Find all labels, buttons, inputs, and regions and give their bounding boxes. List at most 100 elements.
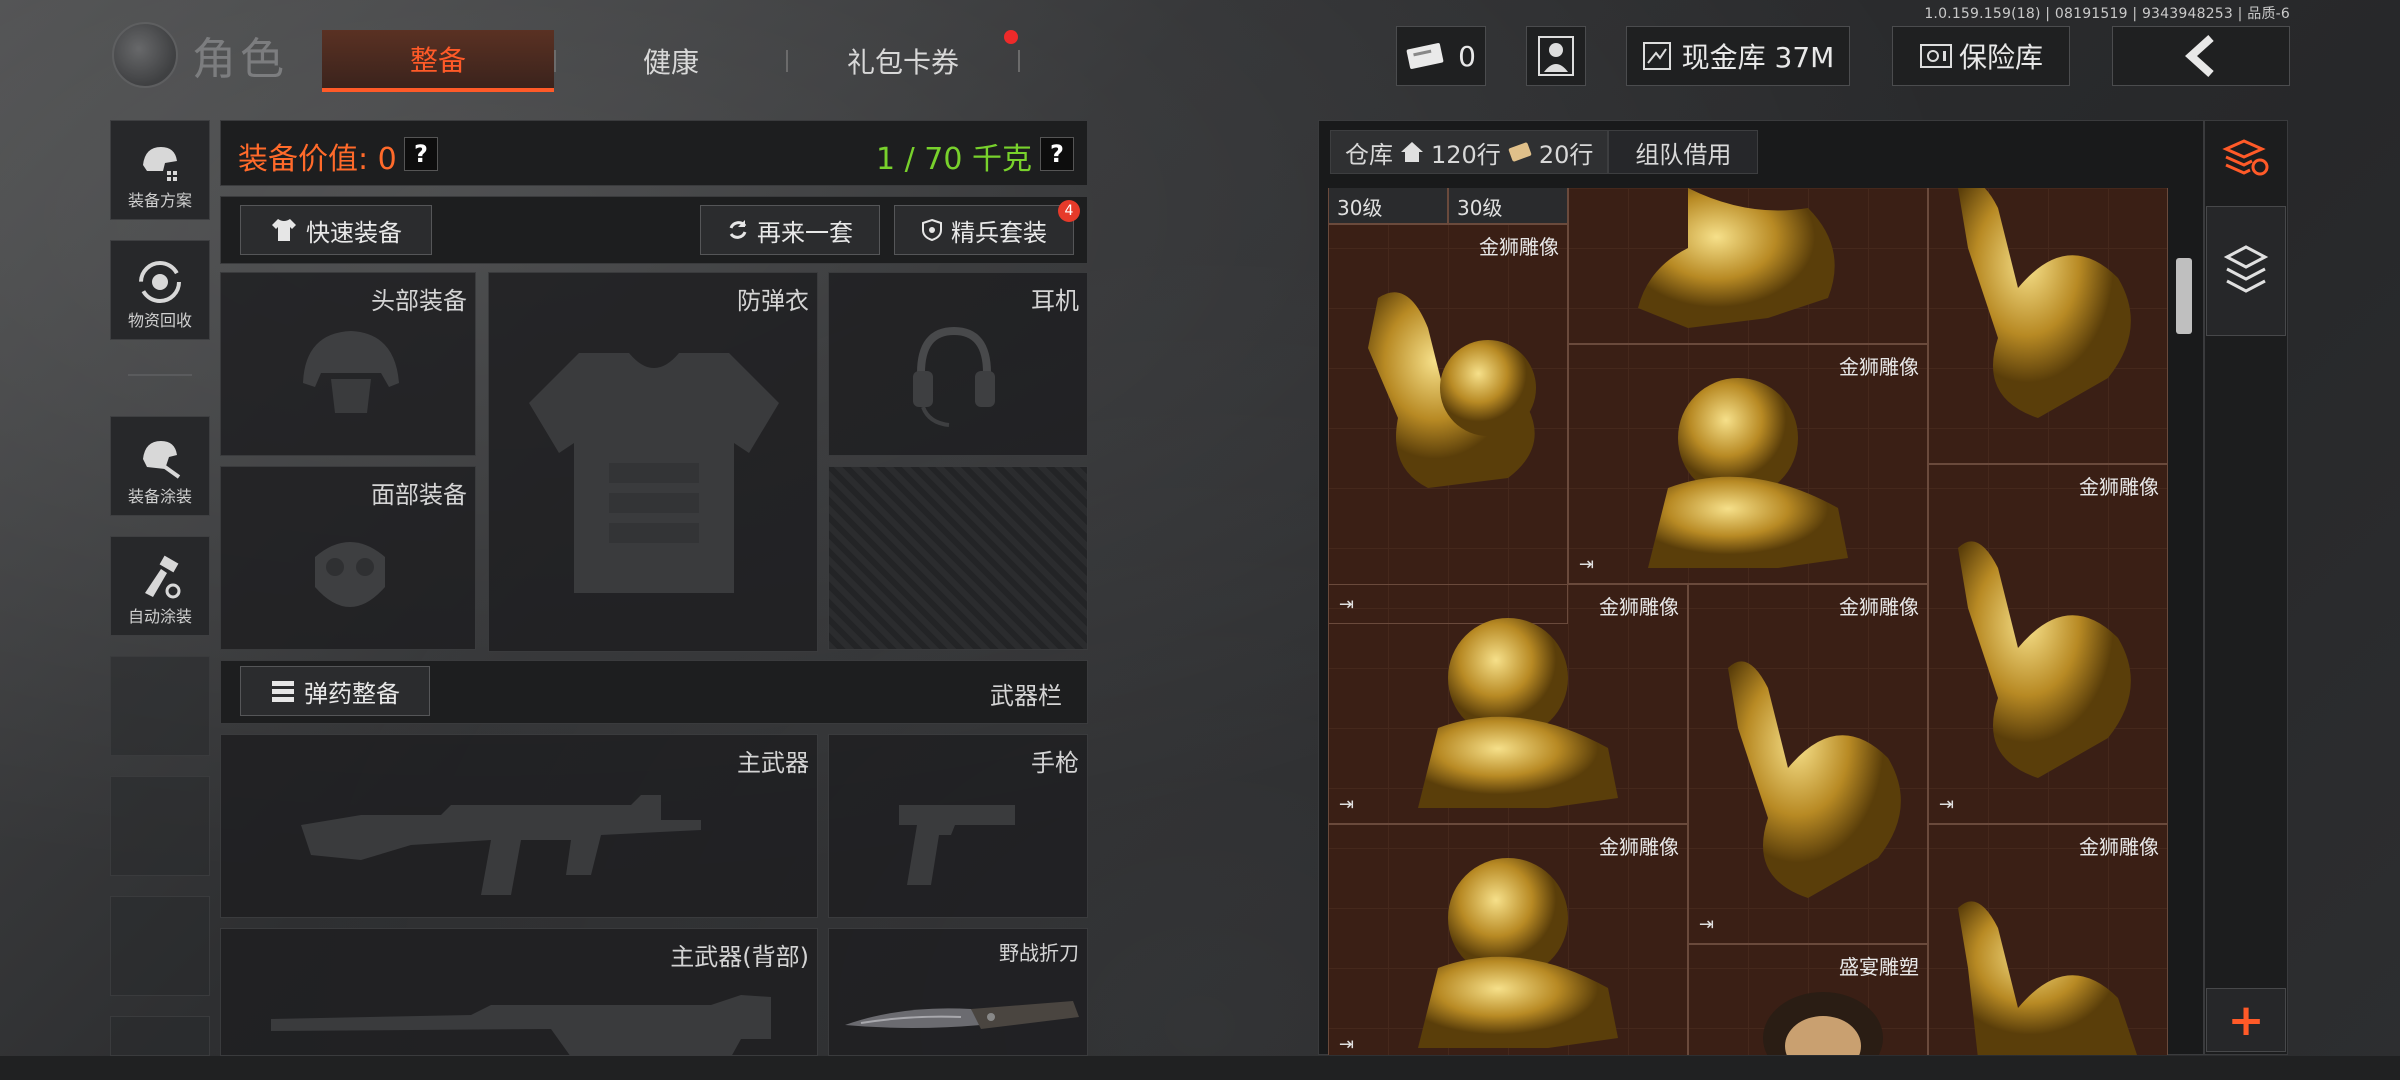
- brand: 角色: [112, 22, 288, 88]
- again-label: 再来一套: [757, 218, 853, 247]
- primary-back-slot[interactable]: 主武器(背部): [220, 928, 818, 1057]
- warehouse-scrollbar[interactable]: [2176, 258, 2192, 334]
- empty-slot: [110, 656, 210, 756]
- rifle-icon: [301, 795, 701, 895]
- lion-statue-icon: [1418, 858, 1618, 1048]
- gas-mask-icon: [315, 542, 385, 607]
- sort-button[interactable]: [2218, 132, 2274, 182]
- quick-equip-button[interactable]: 快速装备: [240, 205, 432, 255]
- equipment-value: 装备价值: 0: [238, 142, 397, 177]
- layer-button[interactable]: [2206, 206, 2286, 336]
- face-slot[interactable]: 面部装备: [220, 466, 476, 650]
- ticket-count: 0: [1458, 39, 1476, 73]
- lion-statue-icon: [1368, 292, 1536, 488]
- add-button[interactable]: +: [2206, 988, 2286, 1052]
- locked-slot: [828, 466, 1088, 650]
- sidebar-divider: [128, 374, 192, 376]
- earphone-slot[interactable]: 耳机: [828, 272, 1088, 456]
- vault-label: 保险库: [1958, 41, 2043, 74]
- elite-set-button[interactable]: 精兵套装: [894, 205, 1074, 255]
- empty-slot: [110, 776, 210, 876]
- warehouse-tabs: 仓库 120行 20行 组队借用: [1330, 130, 1759, 174]
- back-button[interactable]: [2112, 26, 2290, 86]
- ticket-button[interactable]: 0: [1396, 26, 1486, 86]
- elite-set-label: 精兵套装: [951, 218, 1047, 247]
- stack-refresh-icon: [2222, 139, 2269, 176]
- back-arrow-icon: [2185, 35, 2214, 77]
- auto-paint-button[interactable]: 自动涂装: [110, 536, 210, 636]
- value-help-button[interactable]: ?: [404, 137, 438, 171]
- armor-slot[interactable]: 防弹衣: [488, 272, 818, 652]
- tab-equip[interactable]: 整备: [322, 30, 554, 92]
- vest-icon: [529, 353, 779, 593]
- item-cell[interactable]: 30级: [1448, 188, 1568, 224]
- knife-icon: [845, 1001, 1079, 1029]
- shield-icon: [922, 218, 942, 242]
- empty-slot: [110, 896, 210, 996]
- tab-health[interactable]: 健康: [556, 30, 786, 92]
- tab-storage[interactable]: 仓库 120行 20行: [1330, 130, 1609, 174]
- primary-weapon-slot[interactable]: 主武器: [220, 734, 818, 918]
- cash-vault-button[interactable]: 现金库 37M: [1626, 26, 1850, 86]
- head-slot[interactable]: 头部装备: [220, 272, 476, 456]
- page-title: 角色: [192, 34, 288, 85]
- empty-slot: [110, 1016, 210, 1056]
- tab-divider: [1018, 50, 1020, 72]
- cash-label: 现金库 37M: [1681, 41, 1835, 74]
- sidebar-item-label: 物资回收: [127, 311, 192, 330]
- cash-icon: [1642, 42, 1671, 70]
- bottom-strip: [0, 1056, 2400, 1080]
- tab-team-borrow[interactable]: 组队借用: [1608, 130, 1759, 174]
- slot-label: 手枪: [1031, 749, 1079, 777]
- level-label: 30级: [1457, 196, 1503, 220]
- item-name: 金狮雕像: [1479, 235, 1559, 259]
- sidebar-item-label: 装备方案: [127, 191, 192, 210]
- recycle-button[interactable]: 物资回收: [110, 240, 210, 340]
- quick-equip-label: 快速装备: [306, 218, 402, 247]
- vault-button[interactable]: 保险库: [1892, 26, 2070, 86]
- home-icon: [1401, 142, 1423, 162]
- sidebar-item-label: 自动涂装: [127, 607, 192, 626]
- storage-rows-extra: 20行: [1538, 140, 1594, 169]
- lion-statue-icon: [1648, 378, 1848, 568]
- agent-icon: [1538, 36, 1574, 76]
- paint-icon: [143, 441, 181, 479]
- loadout-plan-button[interactable]: 装备方案: [110, 120, 210, 220]
- pistol-slot[interactable]: 手枪: [828, 734, 1088, 918]
- slot-label: 耳机: [1031, 287, 1079, 315]
- warehouse-grid: 30级 30级 金狮雕像 ⇥ 金狮雕像 ⇥ 金狮雕像 ⇥ 金狮雕像 ⇥ 金狮雕像…: [1328, 188, 2168, 1055]
- weight-label: 1 / 70 千克: [876, 142, 1032, 177]
- exit-icon: ⇥: [1339, 794, 1355, 815]
- shirt-icon: [272, 219, 296, 241]
- pistol-icon: [899, 805, 1015, 885]
- ammo-icon: [272, 681, 294, 702]
- weight-help-button[interactable]: ?: [1040, 137, 1074, 171]
- item-name: 盛宴雕塑: [1839, 955, 1919, 979]
- slot-label: 防弹衣: [737, 287, 809, 315]
- item-name: 金狮雕像: [2079, 835, 2159, 859]
- rifle-back-icon: [271, 995, 771, 1057]
- recycle-icon: [139, 261, 181, 303]
- exit-icon: ⇥: [1339, 1034, 1355, 1055]
- knife-slot[interactable]: 野战折刀: [828, 928, 1088, 1056]
- version-info: 1.0.159.159(18) | 08191519 | 9343948253 …: [1924, 6, 2290, 22]
- safe-icon: [1919, 44, 1952, 68]
- helmet-icon: [303, 331, 399, 413]
- sculpture-head-icon: [1763, 992, 1883, 1055]
- item-cell[interactable]: 30级: [1328, 188, 1448, 224]
- equip-paint-button[interactable]: 装备涂装: [110, 416, 210, 516]
- notification-dot: [1004, 30, 1018, 44]
- sidebar-item-label: 装备涂装: [127, 487, 192, 506]
- slot-label: 面部装备: [371, 481, 467, 509]
- slot-label: 头部装备: [371, 287, 467, 315]
- lion-statue-icon: [1958, 188, 2131, 418]
- item-name: 金狮雕像: [2079, 475, 2159, 499]
- emblem-icon: [112, 22, 178, 88]
- elite-badge: 4: [1058, 200, 1080, 222]
- again-button[interactable]: 再来一套: [700, 205, 880, 255]
- slot-label: 野战折刀: [999, 941, 1079, 965]
- ammo-loadout-button[interactable]: 弹药整备: [240, 666, 430, 716]
- agent-button[interactable]: [1526, 26, 1586, 86]
- tab-gift[interactable]: 礼包卡券: [788, 30, 1018, 92]
- refresh-icon: [729, 220, 747, 239]
